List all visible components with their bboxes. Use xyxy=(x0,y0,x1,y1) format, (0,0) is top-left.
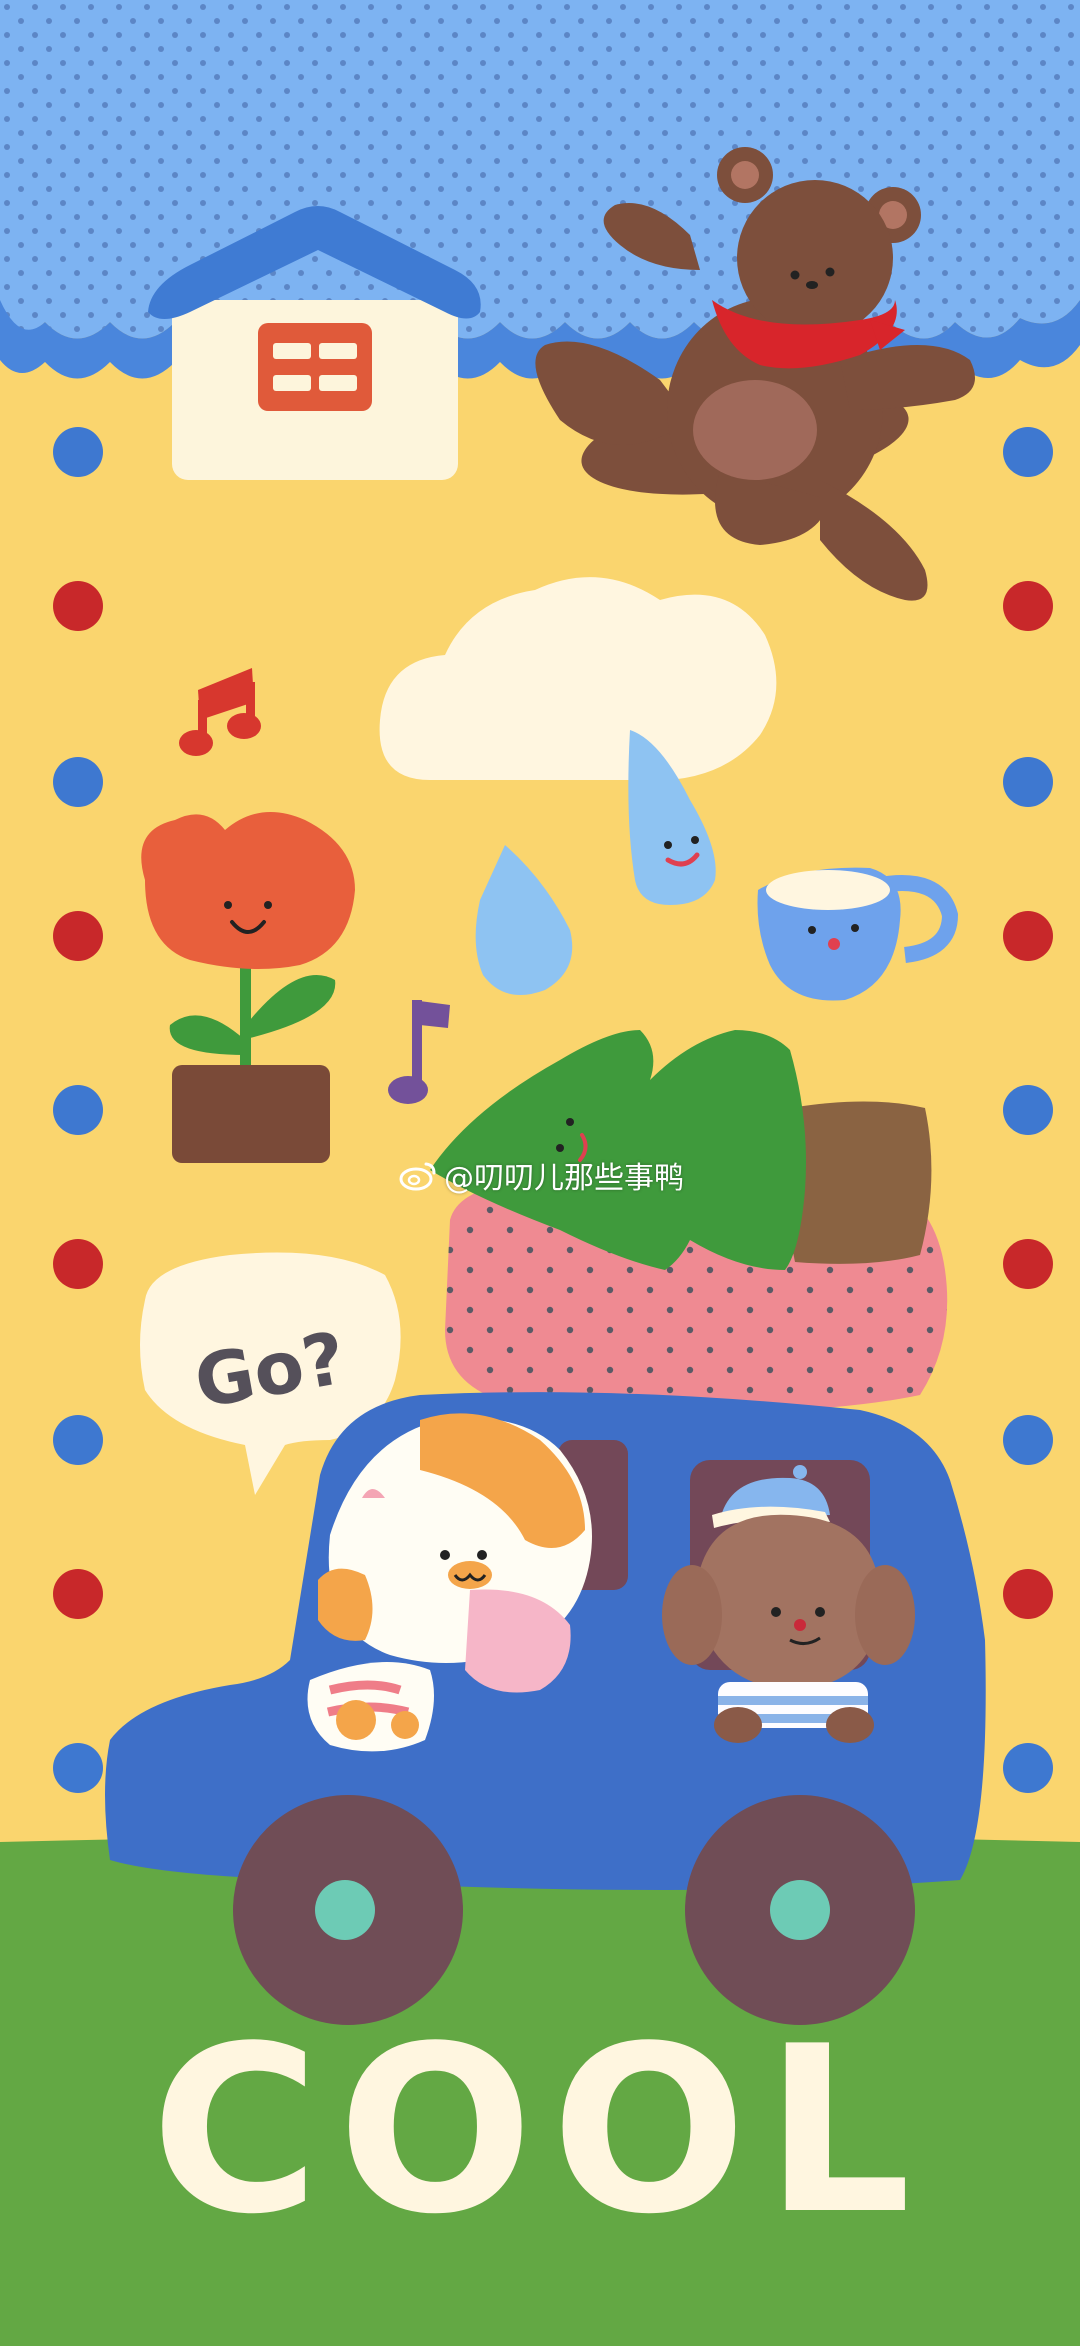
cool-title: COOL xyxy=(151,1998,929,2265)
watermark: @叨叨儿那些事鸭 xyxy=(398,1150,684,1200)
car-wheel-right xyxy=(685,1795,915,2025)
watermark-text: @叨叨儿那些事鸭 xyxy=(444,1161,684,1196)
brown-box-icon xyxy=(785,1101,932,1264)
wallpaper-illustration: Go? COOL @叨叨儿那些事鸭 xyxy=(0,0,1080,2346)
car-wheel-left xyxy=(233,1795,463,2025)
weibo-logo-icon xyxy=(399,1162,436,1191)
